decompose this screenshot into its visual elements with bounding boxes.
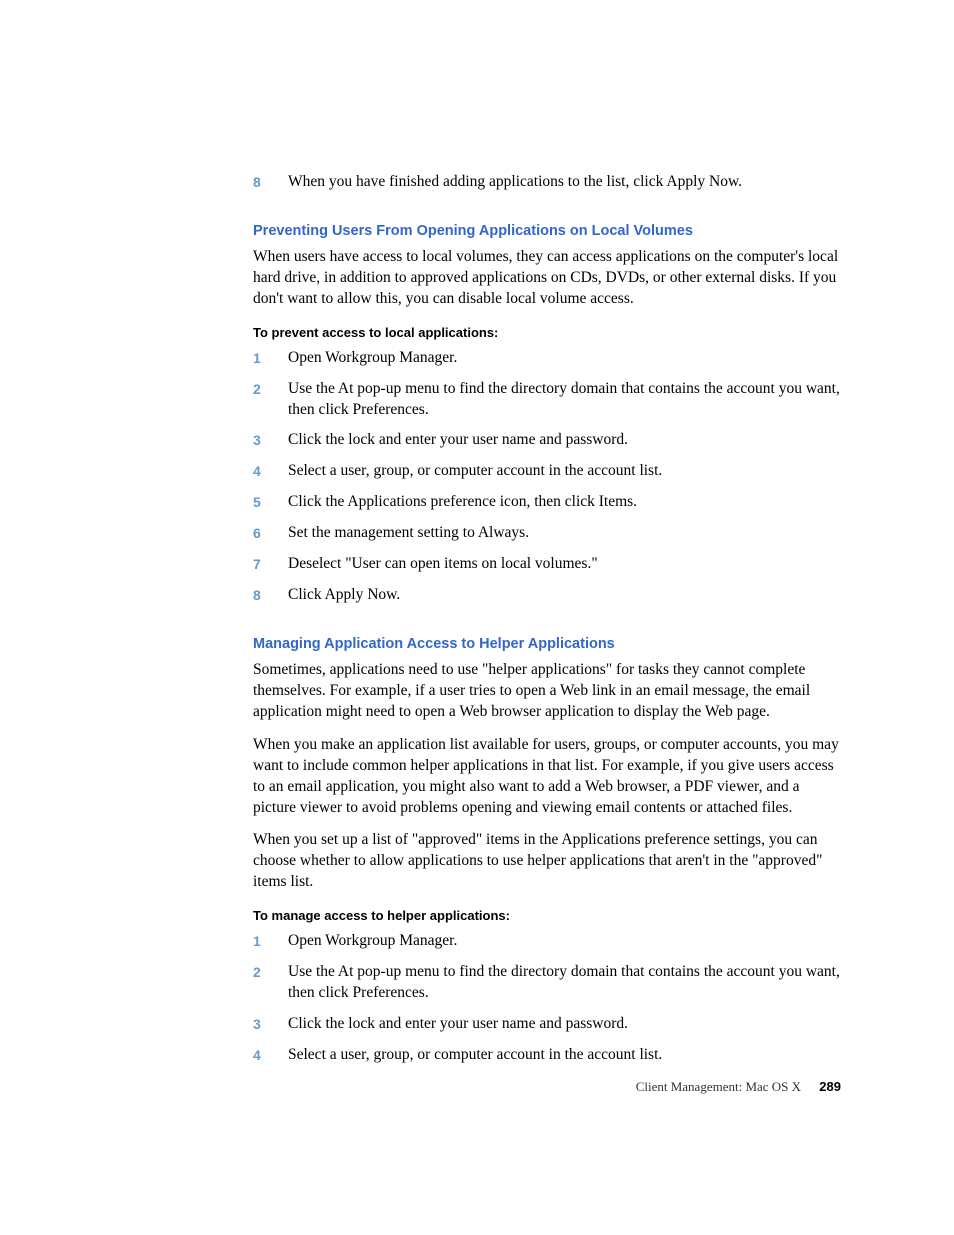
- list-item: 6 Set the management setting to Always.: [288, 523, 843, 544]
- step-number: 1: [253, 931, 288, 952]
- body-paragraph: Sometimes, applications need to use "hel…: [253, 660, 843, 723]
- list-item: 1 Open Workgroup Manager.: [288, 931, 843, 952]
- step-number: 4: [253, 461, 288, 482]
- list-item: 5 Click the Applications preference icon…: [288, 492, 843, 513]
- steps-list-1: 1 Open Workgroup Manager. 2 Use the At p…: [288, 348, 843, 606]
- page-number: 289: [819, 1079, 841, 1094]
- list-item: 2 Use the At pop-up menu to find the dir…: [288, 962, 843, 1004]
- step-text: Use the At pop-up menu to find the direc…: [288, 379, 843, 421]
- step-number: 7: [253, 554, 288, 575]
- step-text: Select a user, group, or computer accoun…: [288, 461, 843, 482]
- step-text: Click the lock and enter your user name …: [288, 1014, 843, 1035]
- list-item: 4 Select a user, group, or computer acco…: [288, 461, 843, 482]
- step-text: Click Apply Now.: [288, 585, 843, 606]
- step-number: 8: [253, 585, 288, 606]
- step-text: Use the At pop-up menu to find the direc…: [288, 962, 843, 1004]
- step-text: Click the Applications preference icon, …: [288, 492, 843, 513]
- list-item: 8 Click Apply Now.: [288, 585, 843, 606]
- step-text: When you have finished adding applicatio…: [288, 172, 843, 193]
- list-item: 3 Click the lock and enter your user nam…: [288, 1014, 843, 1035]
- list-item: 2 Use the At pop-up menu to find the dir…: [288, 379, 843, 421]
- step-text: Open Workgroup Manager.: [288, 348, 843, 369]
- list-item: 3 Click the lock and enter your user nam…: [288, 430, 843, 451]
- step-number: 2: [253, 962, 288, 1004]
- step-number: 2: [253, 379, 288, 421]
- subheading: To prevent access to local applications:: [253, 325, 843, 340]
- body-paragraph: When users have access to local volumes,…: [253, 247, 843, 310]
- step-text: Open Workgroup Manager.: [288, 931, 843, 952]
- step-text: Deselect "User can open items on local v…: [288, 554, 843, 575]
- body-paragraph: When you set up a list of "approved" ite…: [253, 830, 843, 893]
- step-number: 8: [253, 172, 288, 193]
- subheading: To manage access to helper applications:: [253, 908, 843, 923]
- step-number: 3: [253, 1014, 288, 1035]
- page-footer: Client Management: Mac OS X 289: [636, 1079, 841, 1095]
- list-item: 8 When you have finished adding applicat…: [288, 172, 843, 193]
- step-number: 3: [253, 430, 288, 451]
- step-number: 1: [253, 348, 288, 369]
- section-heading: Preventing Users From Opening Applicatio…: [253, 223, 843, 239]
- step-text: Set the management setting to Always.: [288, 523, 843, 544]
- section-heading: Managing Application Access to Helper Ap…: [253, 636, 843, 652]
- steps-list-2: 1 Open Workgroup Manager. 2 Use the At p…: [288, 931, 843, 1066]
- step-number: 6: [253, 523, 288, 544]
- intro-step-list: 8 When you have finished adding applicat…: [288, 172, 843, 193]
- list-item: 1 Open Workgroup Manager.: [288, 348, 843, 369]
- list-item: 7 Deselect "User can open items on local…: [288, 554, 843, 575]
- step-text: Click the lock and enter your user name …: [288, 430, 843, 451]
- body-paragraph: When you make an application list availa…: [253, 735, 843, 819]
- step-number: 5: [253, 492, 288, 513]
- step-number: 4: [253, 1045, 288, 1066]
- list-item: 4 Select a user, group, or computer acco…: [288, 1045, 843, 1066]
- footer-label: Client Management: Mac OS X: [636, 1079, 801, 1094]
- step-text: Select a user, group, or computer accoun…: [288, 1045, 843, 1066]
- page-content: 8 When you have finished adding applicat…: [253, 172, 843, 1076]
